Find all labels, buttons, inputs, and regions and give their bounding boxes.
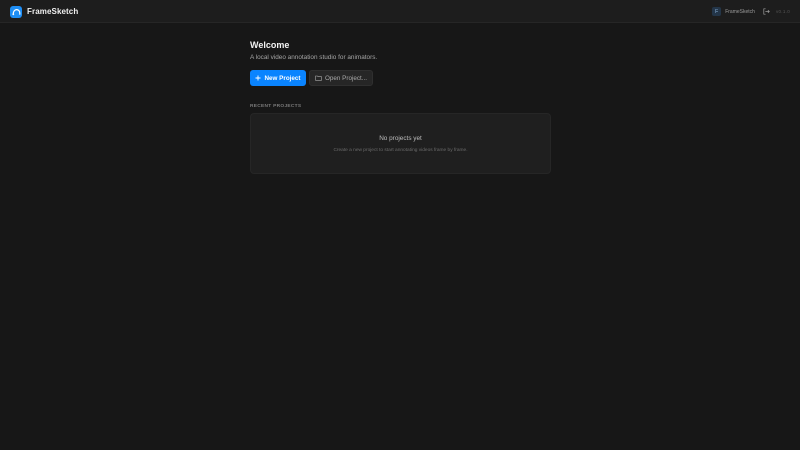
new-project-label: New Project xyxy=(264,74,301,82)
logout-icon[interactable] xyxy=(763,8,771,16)
new-project-button[interactable]: New Project xyxy=(250,70,306,86)
header-user-area: F FrameSketch v0.1.0 xyxy=(712,6,790,17)
action-row: New Project Open Project... xyxy=(250,70,551,86)
recent-projects-heading: RECENT PROJECTS xyxy=(250,104,302,109)
top-bar: FrameSketch F FrameSketch v0.1.0 xyxy=(0,0,800,23)
version-label: v0.1.0 xyxy=(775,9,790,14)
folder-open-icon xyxy=(315,75,322,81)
brand[interactable]: FrameSketch xyxy=(10,5,78,18)
empty-state-title: No projects yet xyxy=(379,135,422,142)
empty-state-subtitle: Create a new project to start annotating… xyxy=(333,148,468,153)
open-project-button[interactable]: Open Project... xyxy=(309,70,373,86)
plus-icon xyxy=(255,75,261,81)
user-name: FrameSketch xyxy=(725,8,755,15)
page-subtitle: A local video annotation studio for anim… xyxy=(250,54,378,61)
open-project-label: Open Project... xyxy=(325,74,367,82)
app-name: FrameSketch xyxy=(27,7,79,16)
avatar[interactable]: F xyxy=(712,7,722,16)
recent-projects-empty-state: No projects yet Create a new project to … xyxy=(250,113,551,174)
welcome-panel: Welcome A local video annotation studio … xyxy=(250,40,551,174)
cloud-sketch-icon xyxy=(10,5,22,18)
page-title: Welcome xyxy=(250,40,290,50)
